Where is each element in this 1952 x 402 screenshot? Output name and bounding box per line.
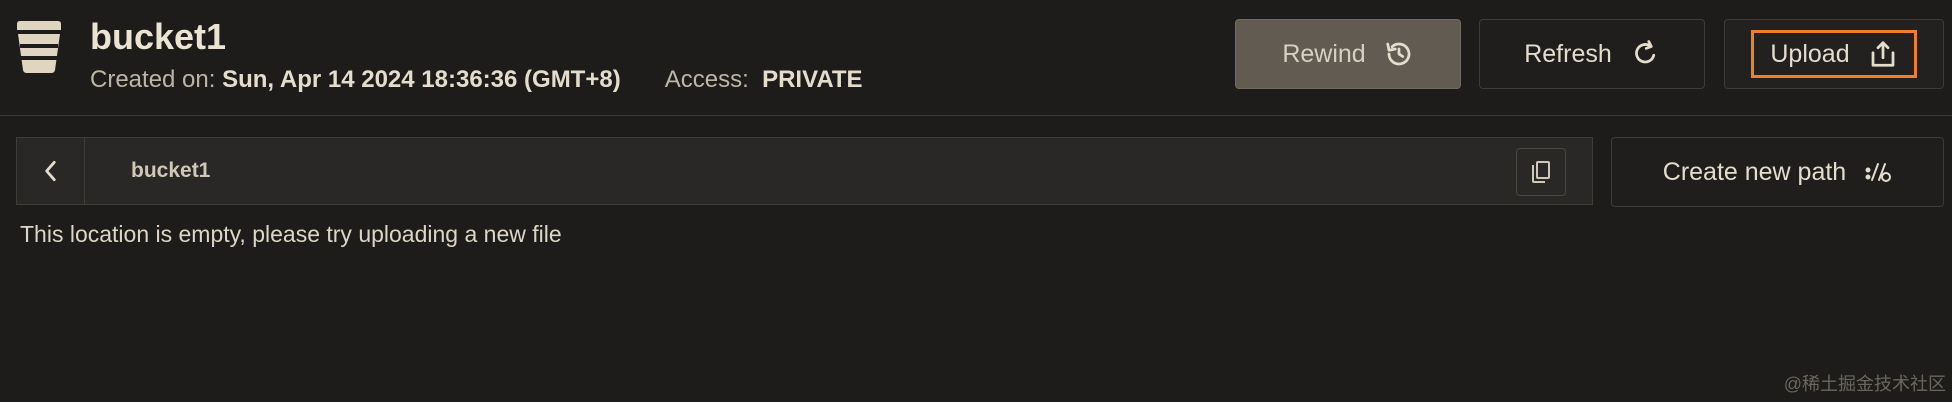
bucket-meta: Created on: Sun, Apr 14 2024 18:36:36 (G… — [90, 66, 863, 94]
upload-button[interactable]: Upload — [1724, 19, 1944, 89]
bucket-title: bucket1 — [90, 16, 227, 57]
upload-highlight[interactable]: Upload — [1751, 30, 1917, 78]
watermark: @稀土掘金技术社区 — [1783, 374, 1946, 394]
rewind-label: Rewind — [1282, 39, 1366, 68]
bucket-icon — [17, 21, 61, 73]
access-label: Access: — [664, 66, 749, 93]
refresh-label: Refresh — [1524, 39, 1612, 68]
chevron-left-icon — [44, 160, 56, 182]
access-value: PRIVATE — [762, 66, 863, 93]
upload-icon — [1871, 41, 1894, 67]
refresh-icon — [1634, 40, 1655, 64]
current-path: bucket1 — [131, 159, 211, 182]
new-path-icon — [1865, 163, 1892, 182]
bucket-header: bucket1 Created on: Sun, Apr 14 2024 18:… — [0, 0, 1952, 116]
copy-icon — [1532, 161, 1550, 183]
upload-label: Upload — [1770, 39, 1850, 68]
create-new-path-label: Create new path — [1662, 157, 1847, 186]
history-icon — [1386, 42, 1411, 66]
empty-state-message: This location is empty, please try uploa… — [20, 221, 562, 247]
created-value: Sun, Apr 14 2024 18:36:36 (GMT+8) — [222, 66, 621, 93]
path-bar: bucket1 — [16, 137, 1593, 205]
rewind-button[interactable]: Rewind — [1235, 19, 1461, 89]
created-label: Created on: — [90, 66, 216, 93]
copy-path-button[interactable] — [1516, 148, 1566, 196]
refresh-button[interactable]: Refresh — [1479, 19, 1705, 89]
back-button[interactable] — [17, 138, 85, 204]
create-new-path-button[interactable]: Create new path — [1611, 137, 1944, 207]
